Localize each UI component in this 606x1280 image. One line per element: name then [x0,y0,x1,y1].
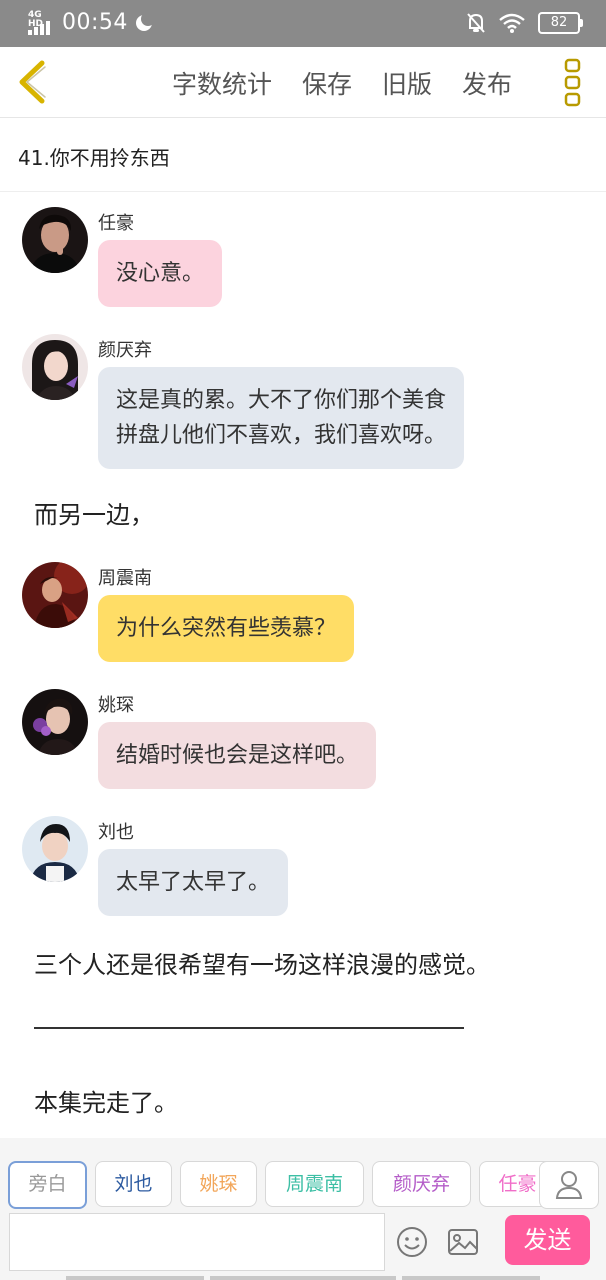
user-icon [555,1171,583,1199]
narration-text[interactable]: 三个人还是很希望有一场这样浪漫的感觉。 [34,945,490,980]
editor-toolbar: 字数统计 保存 旧版 发布 [0,47,606,118]
speaker-name: 任豪 [98,213,134,234]
avatar[interactable] [22,816,88,882]
send-button[interactable]: 发送 [505,1215,590,1265]
nav-gesture-bar [66,1276,204,1280]
episode-title[interactable]: 41.你不用拎东西 [18,142,170,171]
nav-gesture-bar [402,1276,540,1280]
wifi-icon [499,13,525,33]
character-chip[interactable]: 颜厌弃 [372,1161,471,1207]
nav-gesture-bar [210,1276,396,1280]
old-version-button[interactable]: 旧版 [382,65,432,101]
message-bubble[interactable]: 太早了太早了。 [98,849,289,916]
character-chip[interactable]: 周震南 [265,1161,364,1207]
network-indicator: 4G HD [28,10,56,35]
save-button[interactable]: 保存 [302,65,352,101]
character-chip[interactable]: 刘也 [95,1161,172,1207]
narration-text[interactable]: 而另一边， [34,495,154,530]
avatar[interactable] [22,562,88,628]
battery-icon: 82 [538,12,583,34]
character-chip-narrator[interactable]: 旁白 [8,1161,87,1209]
status-right: 82 [466,12,583,34]
toolbar-actions: 字数统计 保存 旧版 发布 [172,65,512,101]
message-text: 没心意。 [116,261,205,286]
status-left: 4G HD 00:54 [28,10,155,35]
moon-icon [135,11,155,31]
status-bar: 4G HD 00:54 82 [0,0,606,47]
message-text-line: 拼盘儿他们不喜欢，我们喜欢呀。 [116,423,447,448]
avatar[interactable] [22,334,88,400]
avatar[interactable] [22,689,88,755]
speaker-name: 周震南 [98,568,152,589]
signal-bars-icon [28,20,50,35]
word-count-button[interactable]: 字数统计 [172,65,272,101]
message-bubble[interactable]: 为什么突然有些羡慕？ [98,595,355,662]
message-bubble[interactable]: 没心意。 [98,240,223,307]
message-text: 太早了太早了。 [116,870,271,895]
clock: 00:54 [62,10,128,35]
episode-title-bar: 41.你不用拎东西 [0,118,606,192]
back-arrow-icon[interactable] [14,59,54,105]
emoji-icon[interactable] [396,1226,428,1258]
mute-bell-icon [467,13,485,33]
avatar[interactable] [22,207,88,273]
publish-button[interactable]: 发布 [462,65,512,101]
character-chip[interactable]: 姚琛 [180,1161,257,1207]
message-bubble[interactable]: 这是真的累。大不了你们那个美食 拼盘儿他们不喜欢，我们喜欢呀。 [98,367,465,469]
message-bubble[interactable]: 结婚时候也会是这样吧。 [98,722,377,789]
composer-panel: 旁白 刘也 姚琛 周震南 颜厌弃 任豪 发送 [0,1138,606,1280]
image-icon[interactable] [447,1227,479,1257]
character-chip-row: 旁白 刘也 姚琛 周震南 颜厌弃 任豪 [8,1161,556,1209]
speaker-name: 刘也 [98,822,134,843]
speaker-name: 姚琛 [98,695,134,716]
battery-level: 82 [550,15,568,30]
message-text: 结婚时候也会是这样吧。 [116,743,359,768]
message-text-line: 这是真的累。大不了你们那个美食 [116,388,447,413]
message-text: 为什么突然有些羡慕？ [116,616,337,641]
scene-divider [34,1027,464,1029]
speaker-name: 颜厌弃 [98,340,152,361]
narration-text[interactable]: 本集完走了。 [34,1083,178,1118]
more-menu-icon[interactable] [563,58,583,108]
add-character-button[interactable] [539,1161,599,1209]
message-input[interactable] [9,1213,385,1271]
